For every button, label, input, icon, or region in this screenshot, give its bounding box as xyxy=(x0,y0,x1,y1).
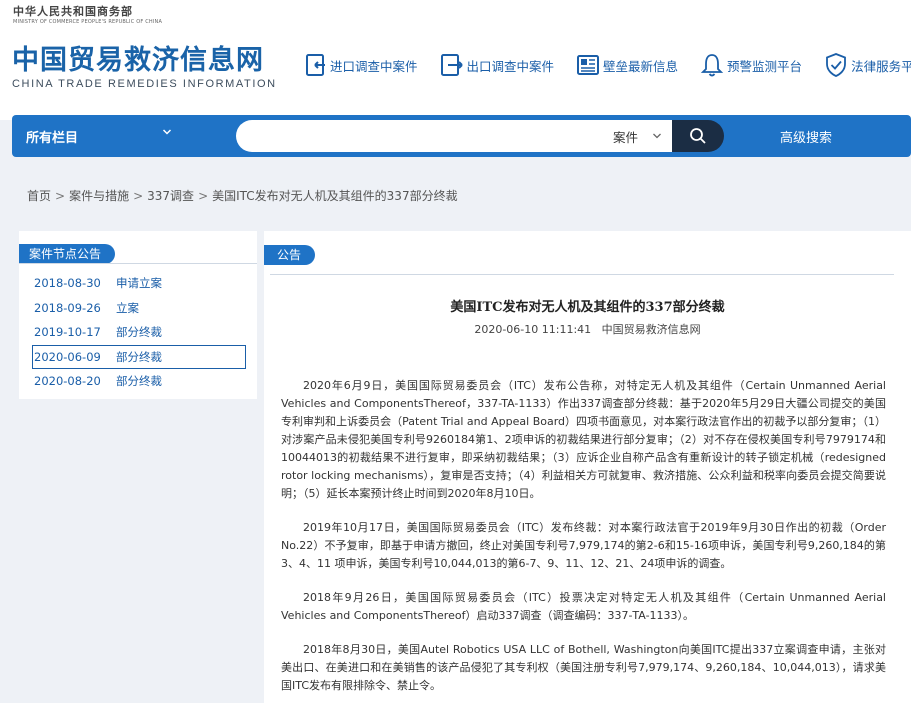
site-logo-en: CHINA TRADE REMEDIES INFORMATION xyxy=(12,78,277,90)
list-item-date: 2018-08-30 xyxy=(34,276,101,291)
breadcrumb-cases[interactable]: 案件与措施 xyxy=(69,189,129,203)
site-logo[interactable]: 中国贸易救济信息网 CHINA TRADE REMEDIES INFORMATI… xyxy=(12,44,277,90)
breadcrumb-337[interactable]: 337调查 xyxy=(147,189,194,203)
list-item-date: 2020-08-20 xyxy=(34,374,101,389)
article-meta: 2020-06-10 11:11:41 中国贸易救济信息网 xyxy=(474,323,701,336)
chevron-down-icon[interactable] xyxy=(162,126,172,140)
announcement-panel: 公告 美国ITC发布对无人机及其组件的337部分终裁 2020-06-10 11… xyxy=(264,231,911,703)
nav-import-label: 进口调查中案件 xyxy=(330,58,418,74)
search-type-value: 案件 xyxy=(612,129,638,145)
sidebar-title: 案件节点公告 xyxy=(19,244,116,264)
breadcrumb-current: 美国ITC发布对无人机及其组件的337部分终裁 xyxy=(212,189,458,203)
search-icon xyxy=(690,128,706,144)
nav-legal-label: 法律服务平台 xyxy=(851,58,911,74)
nav-export-label: 出口调查中案件 xyxy=(466,58,555,74)
advanced-search-link[interactable]: 高级搜索 xyxy=(780,127,832,146)
search-button[interactable] xyxy=(672,120,724,152)
site-header: 中华人民共和国商务部 MINISTRY OF COMMERCE PEOPLE'S… xyxy=(0,0,911,120)
nav-import-investigation[interactable]: 进口调查中案件 xyxy=(303,52,418,78)
article-paragraph: 2019年10月17日，美国国际贸易委员会（ITC）发布终裁：对本案行政法官于2… xyxy=(281,521,886,570)
list-item-active[interactable]: 2020-06-09 部分终裁 xyxy=(32,344,246,369)
nav-warning-platform[interactable]: 预警监测平台 xyxy=(700,52,802,78)
case-node-list: 2018-08-30 申请立案 2018-09-26 立案 2019-10-17… xyxy=(32,271,246,394)
top-nav: 进口调查中案件 出口调查中案件 壁垒最新信息 预警监测平台 法律服务平台 xyxy=(303,52,911,78)
barrier-news-icon xyxy=(577,55,600,75)
site-logo-cn: 中国贸易救济信息网 xyxy=(12,45,264,76)
list-item-label: 立案 xyxy=(116,300,139,315)
list-item-label: 部分终裁 xyxy=(116,325,162,340)
article-paragraph: 2020年6月9日，美国国际贸易委员会（ITC）发布公告称，对特定无人机及其组件… xyxy=(281,379,886,500)
announcement-tag: 公告 xyxy=(264,245,316,265)
list-item[interactable]: 2020-08-20 部分终裁 xyxy=(32,369,246,394)
article-paragraph: 2018年8月30日，美国Autel Robotics USA LLC of B… xyxy=(281,643,886,692)
nav-legal-service[interactable]: 法律服务平台 xyxy=(824,52,911,78)
nav-warning-label: 预警监测平台 xyxy=(727,58,803,74)
breadcrumb-separator: > xyxy=(55,189,66,203)
nav-barrier-label: 壁垒最新信息 xyxy=(603,58,679,74)
import-investigation-icon xyxy=(306,54,325,76)
ministry-name-cn: 中华人民共和国商务部 xyxy=(13,5,133,18)
ministry-label: 中华人民共和国商务部 MINISTRY OF COMMERCE PEOPLE'S… xyxy=(13,3,162,25)
case-node-sidebar: 案件节点公告 2018-08-30 申请立案 2018-09-26 立案 201… xyxy=(19,231,257,399)
export-investigation-icon xyxy=(440,54,463,76)
list-item-label: 部分终裁 xyxy=(116,374,162,389)
breadcrumb-separator: > xyxy=(198,189,209,203)
breadcrumb-separator: > xyxy=(133,189,144,203)
article-title: 美国ITC发布对无人机及其组件的337部分终裁 xyxy=(450,300,725,315)
breadcrumb: 首页 > 案件与措施 >337调查 > 美国ITC发布对无人机及其组件的337部分终裁 xyxy=(27,187,458,204)
breadcrumb-home[interactable]: 首页 xyxy=(27,189,51,203)
article-paragraph: 2018年9月26日，美国国际贸易委员会（ITC）投票决定对特定无人机及其组件（… xyxy=(281,591,886,622)
article-body: 2020年6月9日，美国国际贸易委员会（ITC）发布公告称，对特定无人机及其组件… xyxy=(281,377,886,703)
list-item-label: 部分终裁 xyxy=(116,349,162,364)
list-item[interactable]: 2018-09-26 立案 xyxy=(32,296,246,321)
list-item-label: 申请立案 xyxy=(116,276,162,291)
nav-barrier-news[interactable]: 壁垒最新信息 xyxy=(576,52,678,78)
list-item-date: 2020-06-09 xyxy=(34,349,101,364)
bell-icon xyxy=(700,54,724,77)
list-item[interactable]: 2019-10-17 部分终裁 xyxy=(32,320,246,345)
list-item-date: 2018-09-26 xyxy=(34,300,101,315)
ministry-name-en: MINISTRY OF COMMERCE PEOPLE'S REPUBLIC O… xyxy=(13,19,163,25)
search-bar: 所有栏目 案件 高级搜索 xyxy=(12,115,911,157)
divider xyxy=(270,274,894,275)
search-type-select[interactable]: 案件 xyxy=(592,120,672,152)
list-item[interactable]: 2018-08-30 申请立案 xyxy=(32,271,246,296)
chevron-down-icon xyxy=(653,133,661,139)
divider xyxy=(19,263,257,264)
all-columns-menu[interactable]: 所有栏目 xyxy=(26,127,78,146)
list-item-date: 2019-10-17 xyxy=(34,325,101,340)
nav-export-investigation[interactable]: 出口调查中案件 xyxy=(440,52,555,78)
shield-check-icon xyxy=(826,53,846,77)
